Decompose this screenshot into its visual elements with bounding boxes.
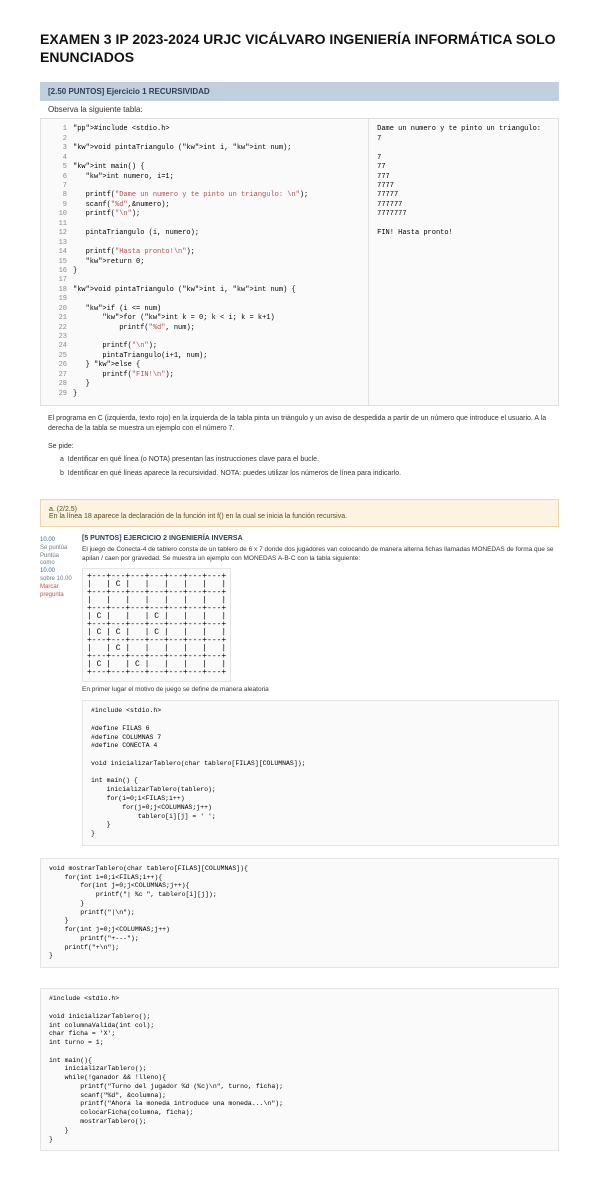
- exercise-2-intro: El juego de Conecta-4 de tablero consta …: [82, 546, 559, 564]
- code-block-init: #include <stdio.h> #define FILAS 6 #defi…: [82, 700, 559, 845]
- code-source: 1"pp">#include <stdio.h> 2 3"kw">void pi…: [41, 119, 369, 405]
- answer-text: En la línea 18 aparece la declaración de…: [49, 513, 550, 520]
- explain-sub: Se pide:: [48, 442, 551, 452]
- answer-box: a. (2/2.5) En la línea 18 aparece la dec…: [40, 499, 559, 527]
- exercise-2-body: [5 PUNTOS] EJERCICIO 2 INGENIERÍA INVERS…: [82, 535, 559, 852]
- score-value: 10.00: [40, 537, 74, 545]
- code-table: 1"pp">#include <stdio.h> 2 3"kw">void pi…: [40, 118, 559, 406]
- score-l2: Se puntúa: [40, 545, 74, 553]
- explain-bullet-2: b Identificar en qué líneas aparece la r…: [60, 469, 551, 479]
- explain-p1: El programa en C (izquierda, texto rojo)…: [48, 414, 551, 434]
- score-l5: sobre 10.00: [40, 576, 74, 584]
- exercise-2-text2: En primer lugar el motivo de juego se de…: [82, 686, 559, 695]
- answer-label: a. (2/2.5): [49, 506, 550, 513]
- exercise-1-header: [2.50 PUNTOS] Ejercicio 1 RECURSIVIDAD: [40, 82, 559, 101]
- exercise-2-title: [5 PUNTOS] EJERCICIO 2 INGENIERÍA INVERS…: [82, 535, 559, 542]
- score-max: 10.00: [40, 568, 74, 576]
- code-block-main: #include <stdio.h> void inicializarTable…: [40, 988, 559, 1151]
- score-l3: Puntúa como: [40, 553, 74, 569]
- flag-link[interactable]: Marcar pregunta: [40, 584, 74, 600]
- exercise-1-explanation: El programa en C (izquierda, texto rojo)…: [40, 406, 559, 491]
- code-output: Dame un numero y te pinto un triangulo: …: [369, 119, 558, 405]
- page-title: EXAMEN 3 IP 2023-2024 URJC VICÁLVARO ING…: [40, 30, 559, 66]
- observe-text: Observa la siguiente tabla:: [40, 101, 559, 118]
- score-sidebar: 10.00 Se puntúa Puntúa como 10.00 sobre …: [40, 535, 78, 601]
- explain-bullet-1: a Identificar en qué línea (o NOTA) pres…: [60, 455, 551, 465]
- game-board: +---+---+---+---+---+---+---+ | | C | | …: [82, 568, 231, 682]
- code-block-show: void mostrarTablero(char tablero[FILAS][…: [40, 858, 559, 968]
